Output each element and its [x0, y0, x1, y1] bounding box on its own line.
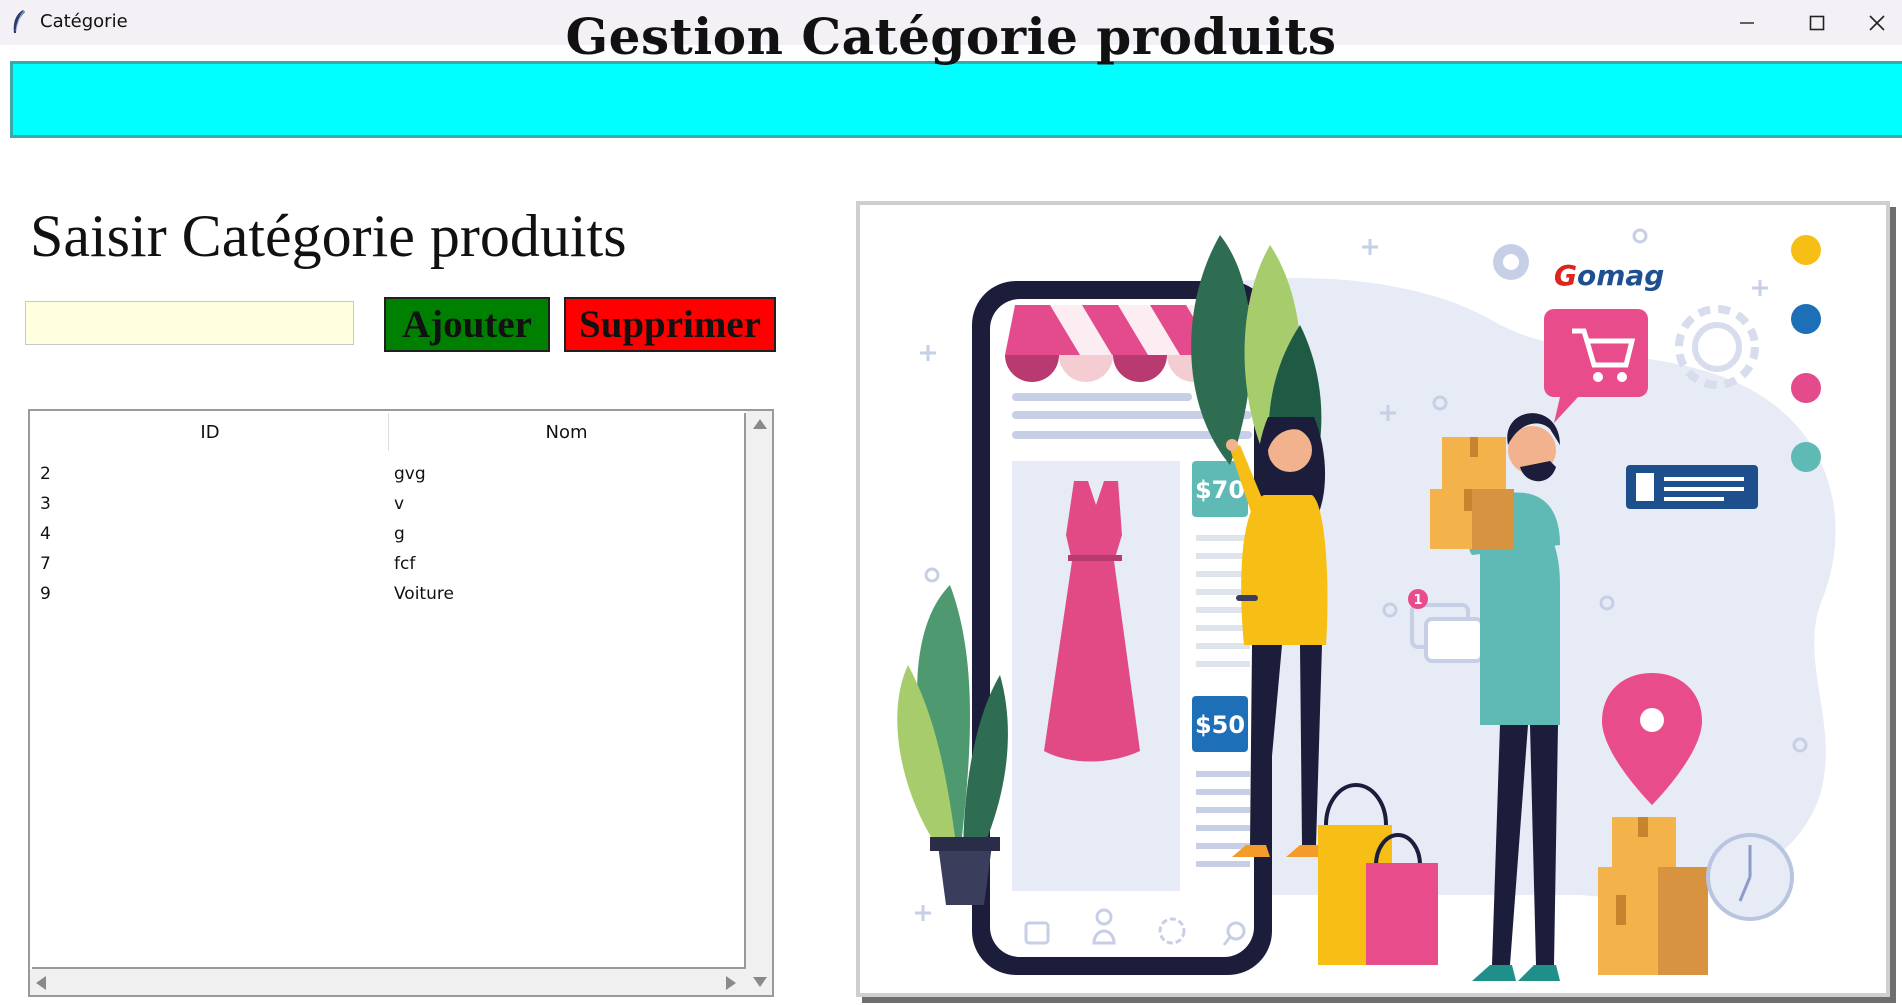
table-row[interactable]: 3 v	[32, 489, 744, 519]
blue-dot	[1791, 304, 1821, 334]
ecommerce-illustration: Gomag G $70 $50 1	[897, 228, 1836, 981]
column-header-nom[interactable]: Nom	[389, 413, 744, 451]
form-heading: Saisir Catégorie produits	[30, 203, 627, 269]
boxes-icon	[1430, 437, 1514, 549]
cell-nom: g	[394, 524, 405, 544]
notification-count: 1	[1413, 593, 1422, 608]
vertical-scrollbar[interactable]	[746, 411, 772, 995]
table-body: ID Nom 2 gvg 3 v 4 g 7 fcf 9 Voiture	[32, 413, 746, 969]
small-gear-icon	[1493, 244, 1529, 280]
shopping-illustration: Gomag G $70 $50 1	[856, 201, 1890, 997]
page-title: Gestion Catégorie produits	[565, 7, 1337, 66]
yellow-dot	[1791, 235, 1821, 265]
teal-dot	[1791, 442, 1821, 472]
cell-id: 4	[40, 524, 51, 544]
cell-nom: fcf	[394, 554, 416, 574]
scroll-up-icon[interactable]	[753, 419, 767, 429]
add-button[interactable]: Ajouter	[384, 297, 550, 352]
table-header: ID Nom	[32, 413, 744, 451]
category-table[interactable]: ID Nom 2 gvg 3 v 4 g 7 fcf 9 Voiture	[28, 409, 774, 997]
cell-id: 7	[40, 554, 51, 574]
table-row[interactable]: 9 Voiture	[32, 579, 744, 609]
price-70: $70	[1195, 476, 1245, 504]
horizontal-scrollbar[interactable]	[30, 969, 746, 995]
cell-id: 9	[40, 584, 51, 604]
delete-button[interactable]: Supprimer	[564, 297, 776, 352]
category-name-input[interactable]	[25, 301, 354, 345]
cell-nom: Voiture	[394, 584, 454, 604]
cell-id: 2	[40, 464, 51, 484]
table-row[interactable]: 2 gvg	[32, 459, 744, 489]
id-card-icon	[1626, 465, 1758, 509]
scroll-down-icon[interactable]	[753, 977, 767, 987]
scroll-left-icon[interactable]	[36, 976, 46, 990]
brand-logo-accent: G	[1554, 259, 1577, 292]
scroll-right-icon[interactable]	[726, 976, 736, 990]
cell-id: 3	[40, 494, 51, 514]
price-50: $50	[1195, 711, 1245, 739]
clock-icon	[1706, 833, 1794, 921]
cell-nom: v	[394, 494, 405, 514]
column-header-id[interactable]: ID	[32, 413, 389, 451]
table-row[interactable]: 4 g	[32, 519, 744, 549]
gear-icon	[1675, 305, 1759, 389]
cell-nom: gvg	[394, 464, 426, 484]
table-row[interactable]: 7 fcf	[32, 549, 744, 579]
pink-dot	[1791, 373, 1821, 403]
